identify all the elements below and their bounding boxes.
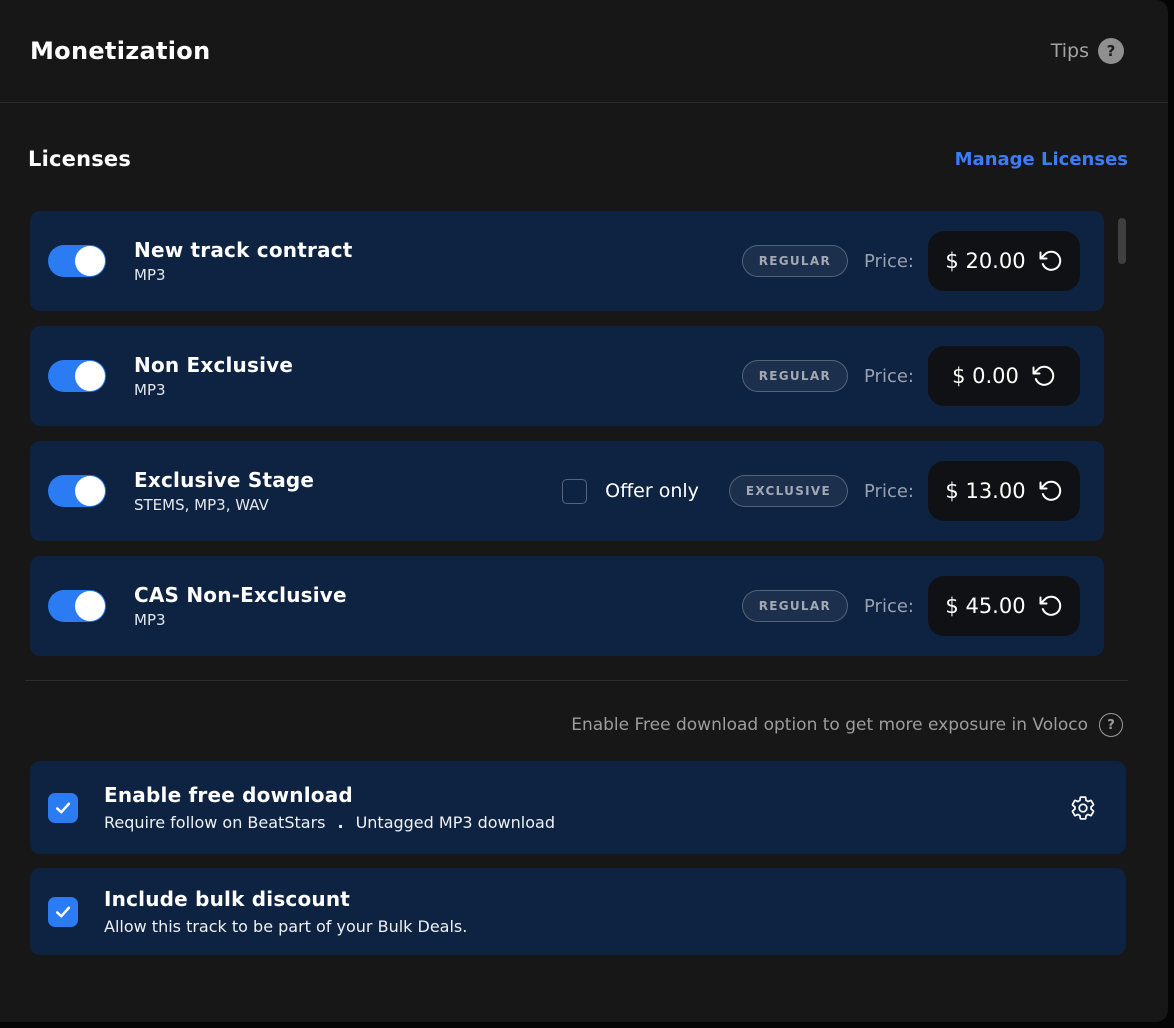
- license-row-cas-non-exclusive: CAS Non-Exclusive MP3 REGULAR Price: $ 4…: [30, 556, 1104, 656]
- license-name: Non Exclusive: [134, 353, 293, 377]
- license-toggle[interactable]: [48, 590, 106, 622]
- free-download-settings-button[interactable]: [1070, 795, 1096, 821]
- license-type-badge: REGULAR: [742, 590, 848, 622]
- license-formats: MP3: [134, 611, 347, 629]
- free-download-subtitle-left: Require follow on BeatStars: [104, 813, 325, 832]
- licenses-title: Licenses: [28, 147, 131, 171]
- bulk-discount-text: Include bulk discount Allow this track t…: [104, 887, 467, 936]
- voloco-hint-text: Enable Free download option to get more …: [571, 715, 1088, 735]
- license-row-new-track-contract: New track contract MP3 REGULAR Price: $ …: [30, 211, 1104, 311]
- licenses-section-header: Licenses Manage Licenses: [0, 147, 1168, 171]
- section-divider: [25, 680, 1128, 681]
- price-value: $ 20.00: [945, 249, 1025, 273]
- offer-only-group: Offer only: [562, 479, 699, 504]
- scrollbar-thumb[interactable]: [1118, 218, 1126, 264]
- license-formats: STEMS, MP3, WAV: [134, 496, 314, 514]
- price-button[interactable]: $ 45.00: [928, 576, 1080, 636]
- license-type-badge: EXCLUSIVE: [729, 475, 848, 507]
- price-label: Price:: [864, 596, 914, 617]
- voloco-hint-row: Enable Free download option to get more …: [0, 713, 1168, 737]
- toggle-knob: [75, 246, 105, 276]
- subtitle-separator: .: [337, 813, 343, 832]
- free-download-checkbox[interactable]: [48, 793, 78, 823]
- reset-price-icon[interactable]: [1039, 479, 1063, 503]
- license-toggle[interactable]: [48, 360, 106, 392]
- checkmark-icon: [53, 902, 73, 922]
- license-row-non-exclusive: Non Exclusive MP3 REGULAR Price: $ 0.00: [30, 326, 1104, 426]
- toggle-knob: [75, 476, 105, 506]
- reset-price-icon[interactable]: [1032, 364, 1056, 388]
- license-type-badge: REGULAR: [742, 360, 848, 392]
- tips-button[interactable]: Tips ?: [1051, 38, 1124, 64]
- license-text: CAS Non-Exclusive MP3: [134, 583, 347, 629]
- tips-label: Tips: [1051, 40, 1089, 62]
- bulk-discount-checkbox[interactable]: [48, 897, 78, 927]
- license-list: New track contract MP3 REGULAR Price: $ …: [30, 211, 1104, 656]
- page-title: Monetization: [30, 37, 210, 65]
- license-text: New track contract MP3: [134, 238, 353, 284]
- manage-licenses-link[interactable]: Manage Licenses: [955, 149, 1128, 170]
- free-download-subtitle-right: Untagged MP3 download: [356, 813, 555, 832]
- price-value: $ 45.00: [945, 594, 1025, 618]
- enable-free-download-card: Enable free download Require follow on B…: [30, 761, 1126, 854]
- license-toggle[interactable]: [48, 245, 106, 277]
- license-name: CAS Non-Exclusive: [134, 583, 347, 607]
- license-name: New track contract: [134, 238, 353, 262]
- offer-only-checkbox[interactable]: [562, 479, 587, 504]
- license-formats: MP3: [134, 381, 293, 399]
- include-bulk-discount-card: Include bulk discount Allow this track t…: [30, 868, 1126, 955]
- license-text: Exclusive Stage STEMS, MP3, WAV: [134, 468, 314, 514]
- price-button[interactable]: $ 13.00: [928, 461, 1080, 521]
- price-button[interactable]: $ 0.00: [928, 346, 1080, 406]
- free-download-title: Enable free download: [104, 783, 555, 807]
- license-row-exclusive-stage: Exclusive Stage STEMS, MP3, WAV Offer on…: [30, 441, 1104, 541]
- license-formats: MP3: [134, 266, 353, 284]
- license-text: Non Exclusive MP3: [134, 353, 293, 399]
- license-name: Exclusive Stage: [134, 468, 314, 492]
- bulk-discount-subtitle: Allow this track to be part of your Bulk…: [104, 917, 467, 936]
- price-label: Price:: [864, 366, 914, 387]
- price-label: Price:: [864, 481, 914, 502]
- reset-price-icon[interactable]: [1039, 594, 1063, 618]
- toggle-knob: [75, 361, 105, 391]
- offer-only-label: Offer only: [605, 480, 699, 502]
- monetization-panel: Monetization Tips ? Licenses Manage Lice…: [0, 0, 1168, 1022]
- bulk-discount-title: Include bulk discount: [104, 887, 467, 911]
- price-value: $ 13.00: [945, 479, 1025, 503]
- license-toggle[interactable]: [48, 475, 106, 507]
- license-type-badge: REGULAR: [742, 245, 848, 277]
- price-button[interactable]: $ 20.00: [928, 231, 1080, 291]
- tips-help-icon[interactable]: ?: [1098, 38, 1124, 64]
- price-value: $ 0.00: [952, 364, 1019, 388]
- gear-icon: [1070, 795, 1096, 821]
- free-download-subtitle: Require follow on BeatStars . Untagged M…: [104, 813, 555, 832]
- header: Monetization Tips ?: [0, 0, 1168, 103]
- checkmark-icon: [53, 798, 73, 818]
- free-download-text: Enable free download Require follow on B…: [104, 783, 555, 832]
- reset-price-icon[interactable]: [1039, 249, 1063, 273]
- toggle-knob: [75, 591, 105, 621]
- voloco-help-icon[interactable]: ?: [1099, 713, 1123, 737]
- price-label: Price:: [864, 251, 914, 272]
